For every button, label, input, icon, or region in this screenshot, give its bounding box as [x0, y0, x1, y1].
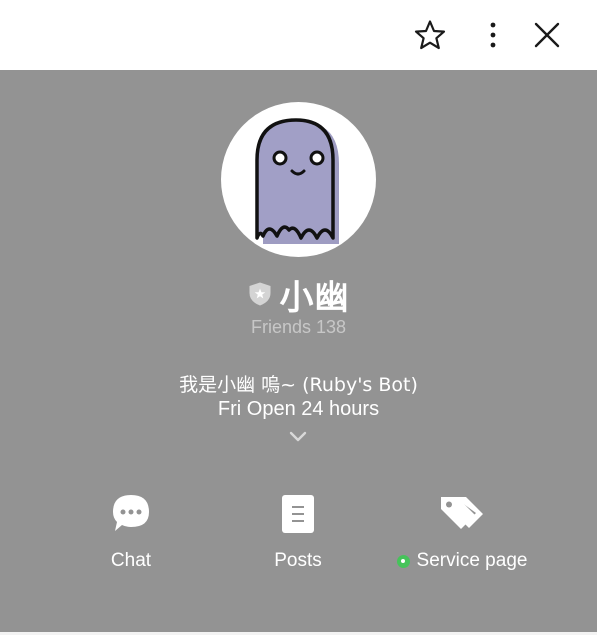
- online-status-dot: [396, 554, 410, 568]
- shield-star-icon: [249, 282, 270, 306]
- profile-panel: 小幽 Friends 138 我是小幽 嗚~ (Ruby's Bot) Fri …: [0, 70, 597, 632]
- close-button[interactable]: [527, 15, 567, 55]
- more-options-button[interactable]: [473, 15, 513, 55]
- profile-name: 小幽: [279, 277, 350, 318]
- friends-count[interactable]: Friends 138: [0, 317, 597, 338]
- chat-bubble-icon: [113, 495, 149, 531]
- avatar[interactable]: [221, 102, 376, 257]
- chat-action-button[interactable]: Chat: [51, 490, 211, 572]
- tags-icon: [441, 497, 483, 529]
- top-bar: [0, 0, 597, 70]
- posts-action-button[interactable]: Posts: [218, 490, 378, 572]
- expand-button[interactable]: [288, 430, 308, 444]
- service-page-label: Service page: [416, 550, 528, 571]
- posts-icon: [282, 495, 314, 533]
- favorite-button[interactable]: [410, 15, 450, 55]
- service-page-action-button[interactable]: Service page: [382, 490, 542, 572]
- close-icon: [534, 22, 560, 48]
- more-vertical-icon: [490, 22, 496, 48]
- business-hours: Fri Open 24 hours: [217, 398, 380, 420]
- ghost-avatar-image: [255, 118, 339, 244]
- chevron-down-icon: [289, 431, 307, 442]
- status-message: 我是小幽 嗚~ (Ruby's Bot): [179, 374, 418, 396]
- posts-label: Posts: [274, 550, 322, 571]
- star-outline-icon: [414, 20, 446, 50]
- profile-name-row: 小幽: [0, 273, 597, 318]
- chat-label: Chat: [110, 550, 152, 571]
